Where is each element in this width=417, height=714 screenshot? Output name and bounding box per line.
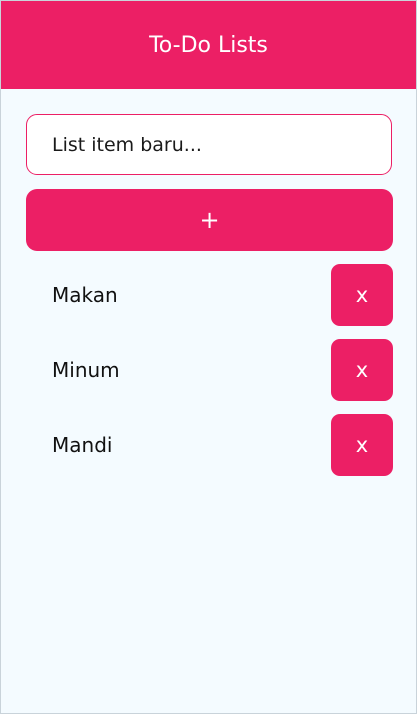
list-item-label: Makan [52, 283, 118, 307]
todo-app: To-Do Lists + Makan x Minum x Mandi x [0, 0, 417, 714]
list-item-label: Minum [52, 358, 120, 382]
app-header: To-Do Lists [1, 1, 416, 89]
list-item: Makan x [1, 264, 416, 326]
page-title: To-Do Lists [149, 32, 268, 58]
delete-item-button[interactable]: x [331, 339, 393, 401]
delete-item-button[interactable]: x [331, 264, 393, 326]
list-item-label: Mandi [52, 433, 113, 457]
new-item-field[interactable] [26, 114, 392, 175]
new-item-input[interactable] [27, 115, 391, 174]
delete-item-button[interactable]: x [331, 414, 393, 476]
list-item: Mandi x [1, 414, 416, 476]
list-item: Minum x [1, 339, 416, 401]
add-item-button[interactable]: + [26, 189, 393, 251]
